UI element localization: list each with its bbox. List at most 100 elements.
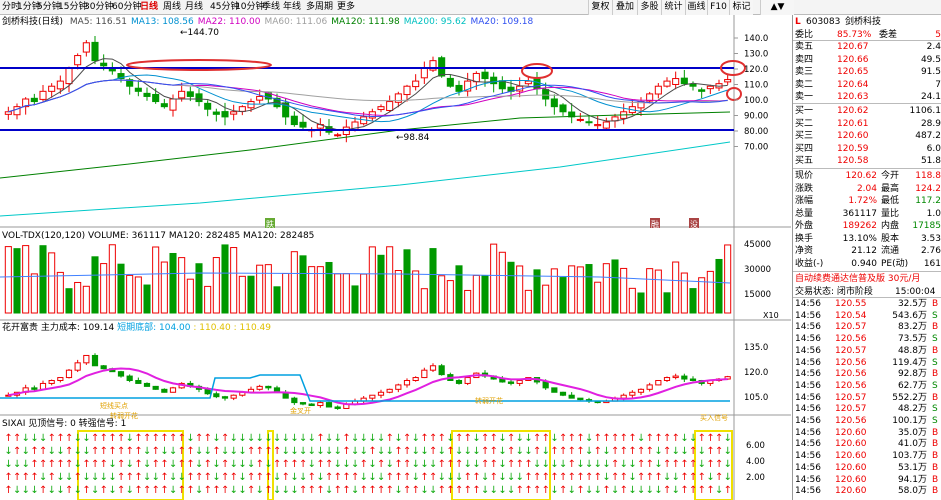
sixai-arrow: ↑ <box>611 459 619 470</box>
ask-price: 120.64 <box>837 79 869 90</box>
sixai-arrow: ↓ <box>100 472 108 483</box>
sixai-arrow: ↑ <box>91 446 99 457</box>
sixai-arrow: ↓ <box>108 485 116 496</box>
sixai-arrow: ↑ <box>455 433 463 444</box>
sixai-arrow: ↑ <box>316 433 324 444</box>
period-tab-14[interactable]: 更多 <box>337 1 355 14</box>
volume-y-tick: 30000 <box>744 265 771 275</box>
candle-body <box>30 97 38 103</box>
sixai-arrow: ↑ <box>672 459 680 470</box>
hk-candle <box>369 394 376 399</box>
hk-candle <box>542 381 549 389</box>
stat-value: 2.76 <box>920 246 941 256</box>
window-controls[interactable]: ▲▼ <box>760 0 794 15</box>
sixai-arrow: ↑ <box>568 459 576 470</box>
sixai-arrow: ↓ <box>334 459 342 470</box>
up-icon[interactable]: ▲ <box>771 2 778 12</box>
period-tab-11[interactable]: 季线 <box>262 1 280 14</box>
candle-body <box>706 85 714 90</box>
event-marker-text: 融 <box>651 219 659 229</box>
period-tab-13[interactable]: 多周期 <box>306 1 333 14</box>
tool-button-5[interactable]: F10 <box>707 0 729 15</box>
hk-candle <box>672 375 679 379</box>
sixai-arrow: ↓ <box>212 472 220 483</box>
hk-candle <box>204 388 211 395</box>
volume-bar <box>30 273 38 314</box>
bid-price: 120.60 <box>837 131 869 141</box>
sixai-arrow: ↓ <box>30 433 38 444</box>
period-tab-6[interactable]: 日线 <box>140 1 158 14</box>
tool-button-2[interactable]: 多股 <box>637 0 661 15</box>
volume-bar <box>498 251 506 314</box>
sixai-arrow: ↑ <box>13 433 21 444</box>
sixai-arrow: ↓ <box>22 485 30 496</box>
period-tab-5[interactable]: 60分钟 <box>112 1 141 14</box>
bid-price: 120.58 <box>837 156 869 166</box>
period-tab-10[interactable]: 10分钟 <box>235 1 264 14</box>
sixai-arrow: ↑ <box>91 459 99 470</box>
volume-bar <box>56 271 64 314</box>
sixai-arrow: ↓ <box>706 472 714 483</box>
tick-volume: 53.1万 <box>897 462 927 473</box>
ma-legend-item-5: MA200: 95.62 <box>403 17 467 27</box>
sixai-arrow: ↓ <box>455 446 463 457</box>
sixai-arrow: ↑ <box>472 485 480 496</box>
tool-button-4[interactable]: 画线 <box>685 0 707 15</box>
tick-time: 14:56 <box>795 380 821 391</box>
volume-bar <box>134 276 142 314</box>
sixai-arrow: ↑ <box>689 485 697 496</box>
tick-side: B <box>932 345 939 356</box>
tool-button-1[interactable]: 叠加 <box>612 0 637 15</box>
sixai-arrow: ↑ <box>169 433 177 444</box>
hk-note: 买入信号 <box>700 413 728 422</box>
hk-candle <box>421 369 428 379</box>
ask-price: 120.67 <box>837 42 869 52</box>
sixai-arrow: ↑ <box>204 433 212 444</box>
sixai-arrow: ↓ <box>420 446 428 457</box>
sixai-arrow: ↑ <box>706 433 714 444</box>
ask-volume: 7 <box>935 79 941 90</box>
tool-button-3[interactable]: 统计 <box>661 0 685 15</box>
main-y-tick: 90.00 <box>744 112 768 122</box>
tick-price: 120.55 <box>835 299 867 309</box>
bid-row: 买二 120.61 28.9 <box>793 118 941 130</box>
sixai-arrow: ↓ <box>39 472 47 483</box>
period-tab-12[interactable]: 年线 <box>283 1 301 14</box>
tick-side: B <box>932 451 939 462</box>
tick-price: 120.56 <box>835 380 867 391</box>
sixai-arrow: ↑ <box>308 472 316 483</box>
tick-row: 14:56 120.60 103.7万 B <box>793 450 941 462</box>
sixai-arrow: ↓ <box>325 433 333 444</box>
period-tab-8[interactable]: 月线 <box>185 1 203 14</box>
sixai-arrow: ↓ <box>516 472 524 483</box>
sixai-arrow: ↑ <box>360 459 368 470</box>
sixai-arrow: ↓ <box>212 433 220 444</box>
tick-side: B <box>932 474 939 485</box>
hk-note: 金叉开 <box>290 406 311 415</box>
tick-price: 120.60 <box>835 462 867 473</box>
period-tab-4[interactable]: 30分钟 <box>84 1 113 14</box>
tool-button-6[interactable]: 标记 <box>729 0 753 15</box>
down-icon[interactable]: ▼ <box>778 2 785 12</box>
sixai-arrow: ↓ <box>74 433 82 444</box>
sixai-arrow: ↑ <box>646 446 654 457</box>
sixai-arrow: ↑ <box>559 472 567 483</box>
tool-button-0[interactable]: 复权 <box>588 0 612 15</box>
candle-body <box>576 118 584 121</box>
period-tab-7[interactable]: 周线 <box>163 1 181 14</box>
sixai-arrow: ↑ <box>403 459 411 470</box>
sixai-arrow: ↑ <box>654 433 662 444</box>
sixai-arrow: ↓ <box>464 446 472 457</box>
sixai-arrow: ↓ <box>481 472 489 483</box>
ma-legend-item-6: MA20: 109.18 <box>470 17 534 27</box>
sixai-arrow: ↓ <box>628 459 636 470</box>
sixai-arrow: ↑ <box>230 472 238 483</box>
tick-price: 120.60 <box>835 474 867 485</box>
candle-body <box>334 134 342 137</box>
tick-volume: 48.8万 <box>897 345 927 356</box>
main-y-tick: 100.0 <box>744 96 768 106</box>
sixai-arrow: ↓ <box>724 433 732 444</box>
promo-link[interactable]: 自动续费通达信普及版 30元/月 <box>795 273 920 285</box>
sixai-arrow: ↑ <box>490 459 498 470</box>
candle-body <box>680 77 688 85</box>
